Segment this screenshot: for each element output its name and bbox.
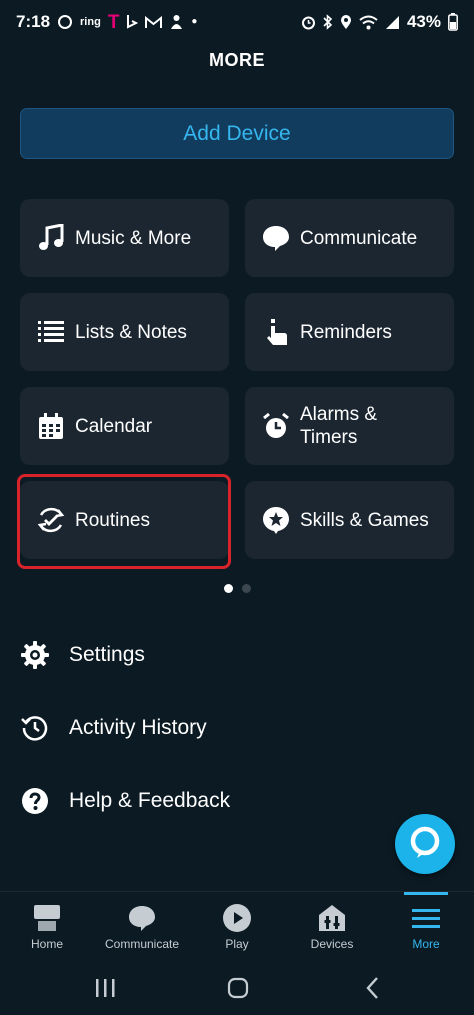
more-screen: 7:18 ring T ● 43% MORE Add Device Music … xyxy=(0,0,474,1015)
calendar-icon xyxy=(36,411,66,441)
tile-label: Calendar xyxy=(75,415,153,437)
list-item-label: Settings xyxy=(69,643,145,666)
devices-icon xyxy=(317,903,347,933)
nav-label: Communicate xyxy=(104,937,180,951)
battery-percent: 43% xyxy=(406,12,441,31)
alexa-ring-icon xyxy=(408,825,442,864)
nav-label: More xyxy=(412,937,440,951)
tile-skills-and-games[interactable]: Skills & Games xyxy=(245,481,454,559)
bluetooth-icon xyxy=(323,14,333,30)
tile-reminders[interactable]: Reminders xyxy=(245,293,454,371)
nav-more[interactable]: More xyxy=(381,892,471,962)
page-dot[interactable] xyxy=(241,584,251,593)
status-right: 43% xyxy=(301,12,458,32)
battery-icon xyxy=(448,13,458,31)
play-icon xyxy=(222,903,252,933)
alexa-button[interactable] xyxy=(395,814,455,874)
nav-label: Devices xyxy=(310,937,354,951)
menu-icon xyxy=(411,903,441,933)
list-icon xyxy=(36,317,66,347)
tile-label: Reminders xyxy=(300,321,392,343)
alarm-status-icon xyxy=(301,15,316,30)
wifi-icon xyxy=(359,15,378,30)
tmobile-icon: T xyxy=(107,11,120,33)
list-item-label: Activity History xyxy=(69,716,207,739)
status-bar: 7:18 ring T ● 43% xyxy=(0,0,474,44)
music-note-icon xyxy=(36,223,66,253)
nav-home[interactable]: Home xyxy=(2,892,92,962)
notification-app-icon xyxy=(169,14,184,30)
gear-icon xyxy=(20,640,50,670)
reminder-hand-icon xyxy=(261,317,291,347)
tile-calendar[interactable]: Calendar xyxy=(20,387,229,465)
notification-circle-icon xyxy=(57,14,73,30)
more-notifications-dot-icon: ● xyxy=(191,16,198,27)
tile-music-and-more[interactable]: Music & More xyxy=(20,199,229,277)
tile-lists-and-notes[interactable]: Lists & Notes xyxy=(20,293,229,371)
nav-play[interactable]: Play xyxy=(192,892,282,962)
history-icon xyxy=(20,713,50,743)
home-button[interactable] xyxy=(218,971,258,1005)
nav-communicate[interactable]: Communicate xyxy=(97,892,187,962)
help-and-feedback-item[interactable]: Help & Feedback xyxy=(20,781,450,821)
nav-devices[interactable]: Devices xyxy=(287,892,377,962)
status-time: 7:18 xyxy=(16,12,51,31)
bottom-nav: Home Communicate Play Devices More xyxy=(0,891,474,961)
tile-label: Communicate xyxy=(300,227,418,249)
list-item-label: Help & Feedback xyxy=(69,789,231,812)
gmail-icon xyxy=(145,15,163,29)
tile-label: Lists & Notes xyxy=(75,321,187,343)
skills-star-icon xyxy=(261,505,291,535)
back-button[interactable] xyxy=(352,971,392,1005)
tile-alarms-and-timers[interactable]: Alarms & Timers xyxy=(245,387,454,465)
status-left: 7:18 ring T ● xyxy=(16,12,197,32)
alarm-clock-icon xyxy=(261,411,291,441)
tile-label: Skills & Games xyxy=(300,509,429,531)
location-icon xyxy=(340,14,352,30)
routines-highlight-outline xyxy=(17,474,231,569)
tile-label: Alarms & Timers xyxy=(300,404,378,448)
recent-apps-button[interactable] xyxy=(85,971,125,1005)
signal-icon xyxy=(385,15,400,30)
page-title: MORE xyxy=(209,50,265,70)
help-icon xyxy=(20,786,50,816)
page-indicator xyxy=(0,584,474,593)
settings-item[interactable]: Settings xyxy=(20,635,450,675)
nav-label: Home xyxy=(30,937,63,951)
page-dot-active[interactable] xyxy=(223,584,233,593)
system-navigation-bar xyxy=(0,961,474,1015)
bing-icon xyxy=(126,14,139,30)
tile-communicate[interactable]: Communicate xyxy=(245,199,454,277)
home-icon xyxy=(32,903,62,933)
nav-label: Play xyxy=(225,937,249,951)
ring-app-icon: ring xyxy=(80,15,101,28)
add-device-button[interactable]: Add Device xyxy=(20,108,454,159)
speech-bubble-icon xyxy=(261,223,291,253)
speech-bubble-icon xyxy=(127,903,157,933)
tile-label: Music & More xyxy=(75,227,192,249)
activity-history-item[interactable]: Activity History xyxy=(20,708,450,748)
